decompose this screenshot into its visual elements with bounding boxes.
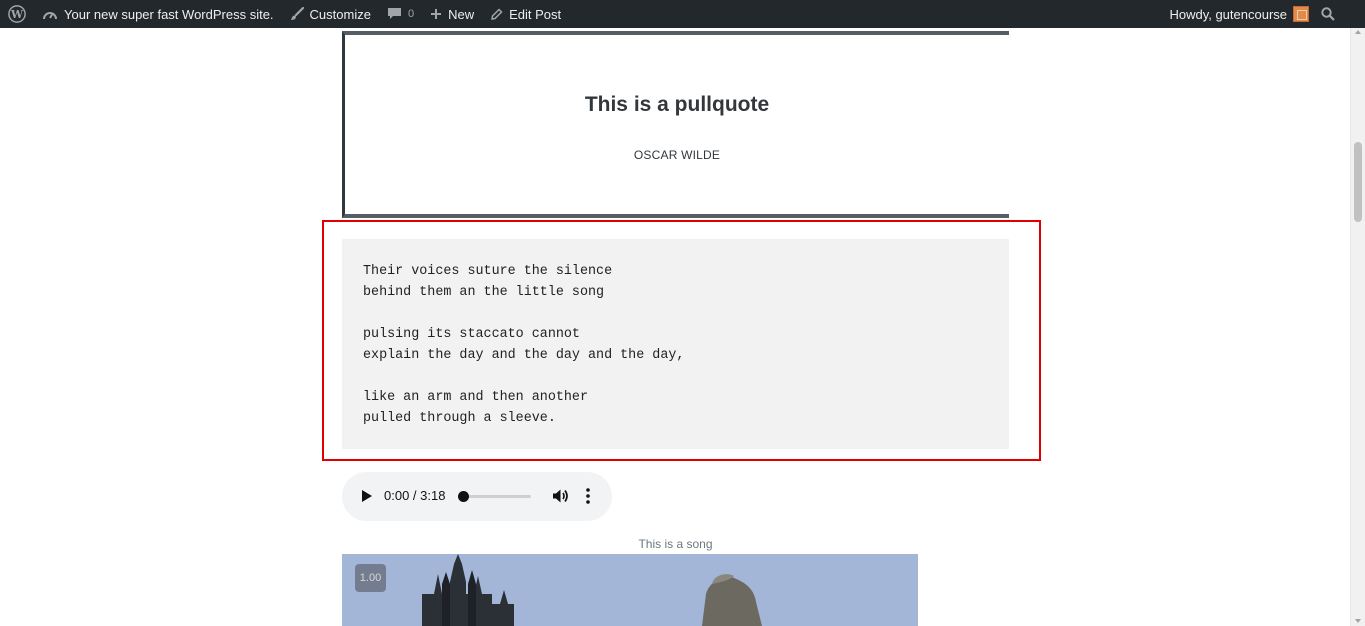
audio-seek-bar[interactable] xyxy=(463,495,531,498)
verse-line: explain the day and the day and the day, xyxy=(363,348,685,363)
customize-label: Customize xyxy=(309,6,371,22)
paintbrush-icon xyxy=(290,7,304,21)
wordpress-logo-button[interactable]: W xyxy=(0,0,34,28)
pullquote-block: This is a pullquote OSCAR WILDE xyxy=(342,31,1009,218)
audio-player: 0:00 / 3:18 xyxy=(342,472,612,521)
verse-line xyxy=(363,366,988,387)
video-player[interactable]: 1.00 xyxy=(342,554,918,626)
play-icon[interactable] xyxy=(362,490,372,502)
comments-link[interactable]: 0 xyxy=(379,0,422,28)
pencil-icon xyxy=(490,7,503,21)
volume-icon[interactable] xyxy=(551,487,569,510)
verse-line: Their voices suture the silence xyxy=(363,264,613,279)
new-content-link[interactable]: New xyxy=(422,0,482,28)
site-name-link[interactable]: Your new super fast WordPress site. xyxy=(34,0,282,28)
verse-line xyxy=(363,303,988,324)
search-icon xyxy=(1321,7,1335,21)
comment-bubble-icon xyxy=(387,7,402,21)
admin-bar: W Your new super fast WordPress site. Cu… xyxy=(0,0,1365,28)
avatar xyxy=(1293,6,1309,22)
verse-line: behind them an the little song xyxy=(363,285,605,300)
my-account-link[interactable]: Howdy, gutencourse xyxy=(1161,0,1313,28)
audio-caption: This is a song xyxy=(638,537,713,551)
audio-seek-handle[interactable] xyxy=(458,491,469,502)
verse-line: like an arm and then another xyxy=(363,390,588,405)
playback-speed-badge[interactable]: 1.00 xyxy=(355,564,386,592)
dashboard-gauge-icon xyxy=(42,7,58,21)
search-button[interactable] xyxy=(1313,0,1343,28)
comments-count: 0 xyxy=(407,8,415,20)
more-options-icon[interactable] xyxy=(586,488,590,509)
site-name-label: Your new super fast WordPress site. xyxy=(64,6,274,22)
wordpress-icon: W xyxy=(8,5,26,23)
audio-time: 0:00 / 3:18 xyxy=(384,488,446,503)
svg-text:W: W xyxy=(10,8,24,21)
page-scrollbar[interactable] xyxy=(1350,28,1365,626)
new-label: New xyxy=(448,6,475,22)
plus-icon xyxy=(430,8,442,20)
pullquote-citation: OSCAR WILDE xyxy=(633,148,721,162)
verse-line: pulsing its staccato cannot xyxy=(363,327,580,342)
pullquote-text: This is a pullquote xyxy=(584,93,770,116)
edit-post-link[interactable]: Edit Post xyxy=(482,0,569,28)
cathedral-image xyxy=(342,554,918,626)
scroll-up-arrow-icon[interactable] xyxy=(1355,30,1361,34)
verse-block: Their voices suture the silence behind th… xyxy=(342,239,1009,449)
scroll-down-arrow-icon[interactable] xyxy=(1355,619,1361,623)
edit-post-label: Edit Post xyxy=(509,6,562,22)
scrollbar-thumb[interactable] xyxy=(1354,142,1362,222)
customize-link[interactable]: Customize xyxy=(282,0,379,28)
verse-line: pulled through a sleeve. xyxy=(363,411,556,426)
howdy-label: Howdy, gutencourse xyxy=(1169,6,1287,22)
